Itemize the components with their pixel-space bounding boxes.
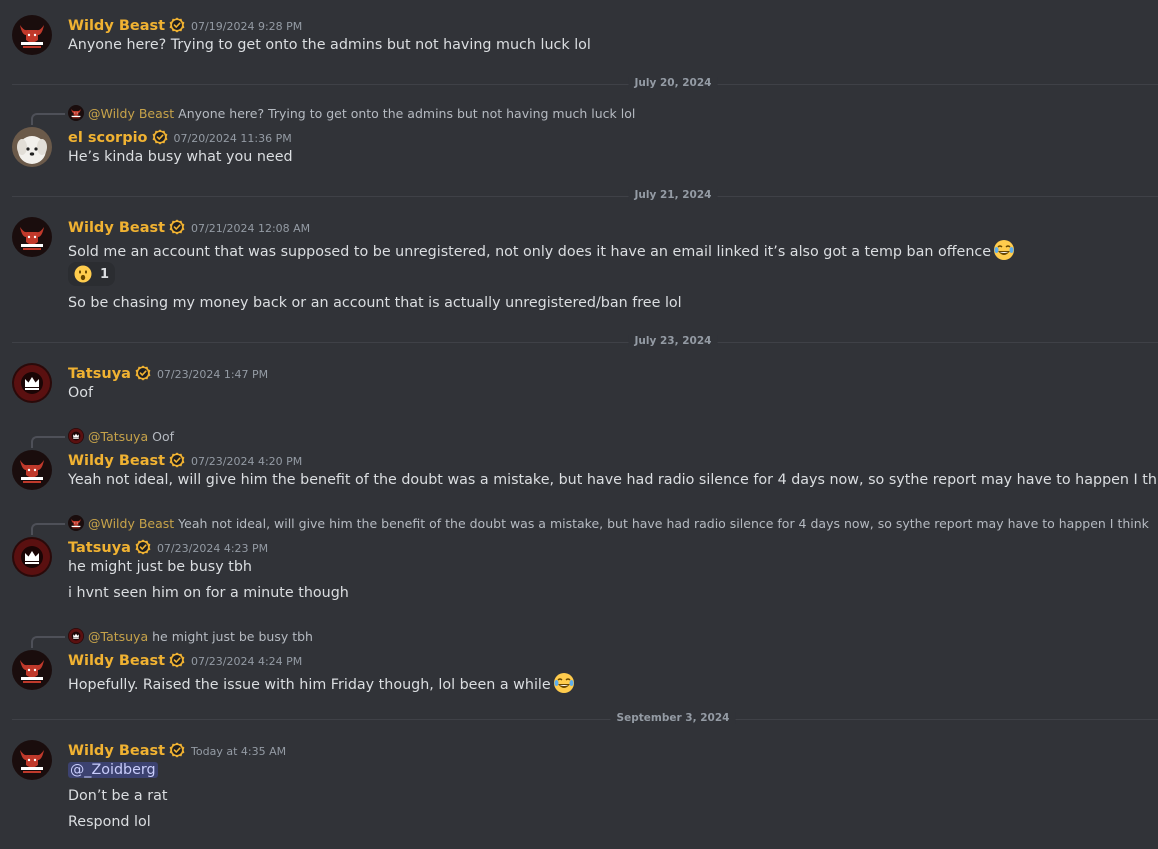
avatar[interactable]	[12, 650, 52, 690]
message-header: Wildy Beast 07/23/2024 4:20 PM	[68, 450, 302, 469]
date-divider-label: July 23, 2024	[628, 335, 718, 347]
timestamp: 07/23/2024 4:24 PM	[191, 655, 303, 668]
message-text-content: Sold me an account that was supposed to …	[68, 244, 992, 260]
message-text: Don’t be a rat	[68, 788, 168, 804]
username[interactable]: Wildy Beast	[68, 220, 165, 236]
reply-avatar	[68, 515, 84, 531]
username[interactable]: el scorpio	[68, 130, 148, 146]
verified-icon	[169, 452, 185, 468]
timestamp: 07/19/2024 9:28 PM	[191, 20, 303, 33]
reply-spine	[31, 436, 65, 448]
reply-text: Anyone here? Trying to get onto the admi…	[178, 106, 636, 121]
message-text: i hvnt seen him on for a minute though	[68, 585, 349, 601]
verified-icon	[135, 365, 151, 381]
verified-icon	[135, 539, 151, 555]
username[interactable]: Tatsuya	[68, 366, 131, 382]
surprised-emoji-icon	[74, 265, 92, 283]
reply-preview[interactable]: @Wildy Beast Anyone here? Trying to get …	[68, 105, 635, 121]
message-text: Respond lol	[68, 814, 151, 830]
reply-spine	[31, 113, 65, 125]
message-text: @_Zoidberg	[68, 762, 158, 778]
timestamp: Today at 4:35 AM	[191, 745, 287, 758]
avatar[interactable]	[12, 15, 52, 55]
avatar[interactable]	[12, 127, 52, 167]
username[interactable]: Wildy Beast	[68, 453, 165, 469]
user-mention[interactable]: @_Zoidberg	[68, 762, 158, 778]
date-divider-label: July 20, 2024	[628, 77, 718, 89]
reply-author[interactable]: @Wildy Beast	[88, 516, 174, 531]
avatar[interactable]	[12, 217, 52, 257]
joy-emoji-icon	[553, 672, 575, 694]
timestamp: 07/20/2024 11:36 PM	[173, 132, 292, 145]
timestamp: 07/23/2024 1:47 PM	[156, 368, 269, 381]
message-text-content: Hopefully. Raised the issue with him Fri…	[68, 677, 551, 693]
reply-author[interactable]: @Tatsuya	[88, 429, 148, 444]
timestamp: 07/23/2024 4:23 PM	[156, 542, 269, 555]
message-header: Wildy Beast Today at 4:35 AM	[68, 740, 286, 759]
username[interactable]: Wildy Beast	[68, 18, 165, 34]
avatar[interactable]	[12, 450, 52, 490]
reply-author[interactable]: @Tatsuya	[88, 629, 148, 644]
date-divider	[12, 84, 1158, 85]
timestamp: 07/23/2024 4:20 PM	[191, 455, 303, 468]
reply-spine	[31, 523, 65, 535]
reply-avatar	[68, 628, 84, 644]
verified-icon	[169, 742, 185, 758]
date-divider	[12, 196, 1158, 197]
message-text: He’s kinda busy what you need	[68, 149, 293, 165]
timestamp: 07/21/2024 12:08 AM	[191, 222, 311, 235]
message-header: Wildy Beast 07/19/2024 9:28 PM	[68, 15, 302, 34]
message-header: Tatsuya 07/23/2024 1:47 PM	[68, 363, 268, 382]
message-text: So be chasing my money back or an accoun…	[68, 295, 682, 311]
reply-avatar	[68, 105, 84, 121]
message-text: Hopefully. Raised the issue with him Fri…	[68, 672, 575, 694]
message-text: Sold me an account that was supposed to …	[68, 239, 1015, 261]
reply-text: Yeah not ideal, will give him the benefi…	[178, 516, 1149, 531]
reply-preview[interactable]: @Wildy Beast Yeah not ideal, will give h…	[68, 515, 1149, 531]
username[interactable]: Wildy Beast	[68, 653, 165, 669]
message-text: he might just be busy tbh	[68, 559, 252, 575]
reply-preview[interactable]: @Tatsuya Oof	[68, 428, 174, 444]
joy-emoji-icon	[993, 239, 1015, 261]
reaction-chip[interactable]: 1	[68, 262, 116, 286]
message-header: Wildy Beast 07/23/2024 4:24 PM	[68, 650, 302, 669]
verified-icon	[169, 219, 185, 235]
message-header: Tatsuya 07/23/2024 4:23 PM	[68, 537, 268, 556]
verified-icon	[169, 652, 185, 668]
avatar[interactable]	[12, 537, 52, 577]
reply-author[interactable]: @Wildy Beast	[88, 106, 174, 121]
verified-icon	[152, 129, 168, 145]
username[interactable]: Wildy Beast	[68, 743, 165, 759]
reply-avatar	[68, 428, 84, 444]
message-text: Anyone here? Trying to get onto the admi…	[68, 37, 591, 53]
reply-text: Oof	[152, 429, 174, 444]
verified-icon	[169, 17, 185, 33]
message-header: Wildy Beast 07/21/2024 12:08 AM	[68, 217, 310, 236]
date-divider-label: July 21, 2024	[628, 189, 718, 201]
reaction-count: 1	[100, 266, 110, 282]
reply-spine	[31, 636, 65, 648]
username[interactable]: Tatsuya	[68, 540, 131, 556]
message-text: Yeah not ideal, will give him the benefi…	[68, 472, 1158, 488]
message-header: el scorpio 07/20/2024 11:36 PM	[68, 127, 292, 146]
message-text: Oof	[68, 385, 94, 401]
date-divider-label: September 3, 2024	[610, 712, 736, 724]
avatar[interactable]	[12, 740, 52, 780]
reply-preview[interactable]: @Tatsuya he might just be busy tbh	[68, 628, 313, 644]
avatar[interactable]	[12, 363, 52, 403]
date-divider	[12, 719, 1158, 720]
reply-text: he might just be busy tbh	[152, 629, 313, 644]
date-divider	[12, 342, 1158, 343]
